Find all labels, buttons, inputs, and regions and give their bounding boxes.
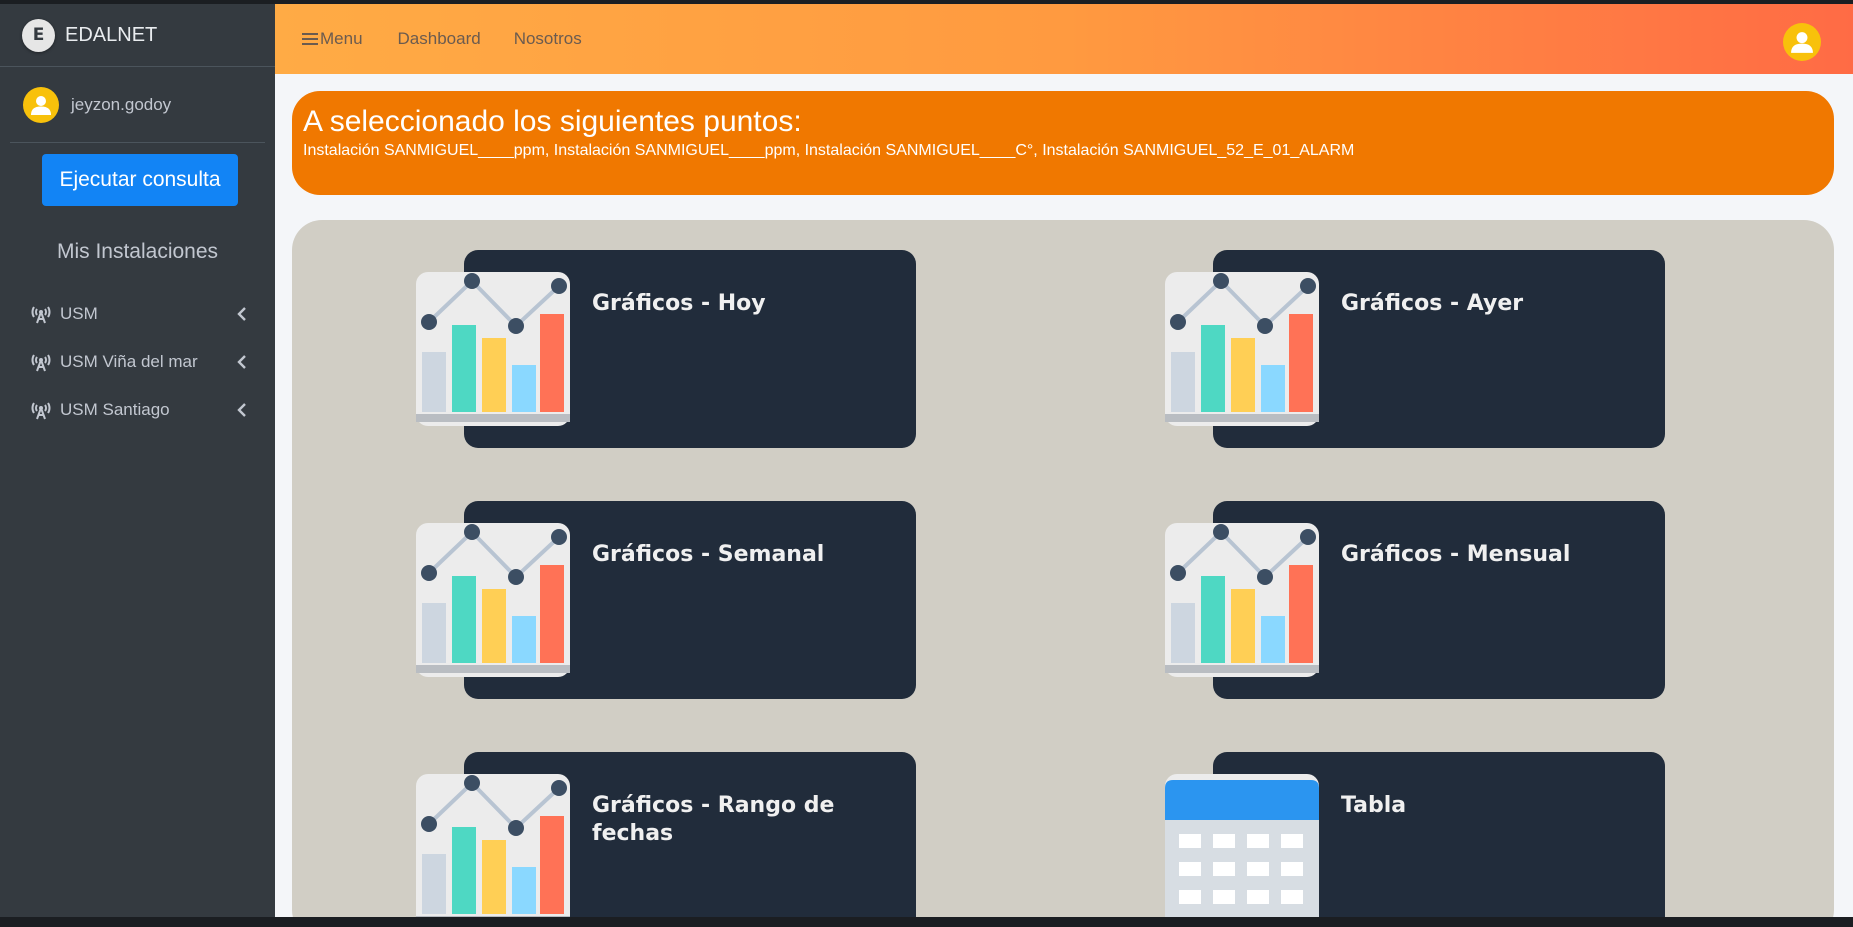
sidebar-item-label: USM Santiago: [60, 400, 170, 419]
card-graficos-ayer[interactable]: Gráficos - Ayer: [1165, 250, 1665, 450]
chevron-left-icon: [237, 403, 246, 417]
user-icon: [31, 95, 51, 115]
menu-label: Menu: [320, 29, 363, 48]
user-menu-button[interactable]: [1783, 23, 1821, 61]
card-title: Gráficos - Rango de fechas: [592, 793, 835, 846]
reports-panel: Gráficos - Hoy Gráficos - Ayer Gráficos …: [292, 220, 1834, 917]
menu-toggle-button[interactable]: Menu: [302, 29, 363, 49]
antenna-icon: [31, 402, 51, 420]
card-graficos-mensual[interactable]: Gráficos - Mensual: [1165, 501, 1665, 701]
bar-chart-icon: [416, 523, 570, 677]
user-panel[interactable]: jeyzon.godoy: [10, 67, 265, 143]
brand-link[interactable]: E EDALNET: [0, 4, 275, 67]
calendar-table-icon: [1165, 774, 1319, 917]
banner-points: Instalación SANMIGUEL____ppm, Instalació…: [303, 142, 1355, 159]
sidebar-item-label: USM Viña del mar: [60, 352, 198, 371]
card-graficos-hoy[interactable]: Gráficos - Hoy: [416, 250, 916, 450]
run-query-button[interactable]: Ejecutar consulta: [42, 154, 238, 206]
hamburger-icon: [302, 33, 318, 45]
brand-name: EDALNET: [65, 23, 158, 46]
bar-chart-icon: [416, 774, 570, 917]
sidebar-item-label: USM: [60, 304, 98, 323]
nav-link-dashboard[interactable]: Dashboard: [398, 29, 481, 49]
card-title: Gráficos - Hoy: [592, 291, 766, 316]
card-graficos-semanal[interactable]: Gráficos - Semanal: [416, 501, 916, 701]
card-title: Gráficos - Ayer: [1341, 291, 1524, 316]
sidebar-item-usm[interactable]: USM: [0, 290, 275, 338]
brand-logo: E: [22, 18, 55, 52]
user-name: jeyzon.godoy: [71, 94, 172, 114]
card-graficos-rango-fechas[interactable]: Gráficos - Rango de fechas: [416, 752, 916, 917]
section-title: Mis Instalaciones: [56, 240, 219, 263]
bar-chart-icon: [1165, 272, 1319, 426]
sidebar-item-usm-santiago[interactable]: USM Santiago: [0, 386, 275, 434]
card-title: Tabla: [1341, 793, 1407, 818]
user-icon: [1791, 32, 1813, 53]
bar-chart-icon: [1165, 523, 1319, 677]
bar-chart-icon: [416, 272, 570, 426]
banner-title: A seleccionado los siguientes puntos:: [303, 105, 802, 138]
installations-list: USM USM Viña del mar USM Santiago: [0, 290, 275, 434]
sidebar: E EDALNET jeyzon.godoy Ejecutar consulta…: [0, 4, 275, 917]
nav-link-nosotros[interactable]: Nosotros: [514, 29, 582, 49]
selected-points-banner: A seleccionado los siguientes puntos: In…: [292, 91, 1834, 195]
antenna-icon: [31, 354, 51, 372]
top-navbar: Menu Dashboard Nosotros: [275, 4, 1853, 74]
antenna-icon: [31, 306, 51, 324]
sidebar-item-usm-vina[interactable]: USM Viña del mar: [0, 338, 275, 386]
chevron-left-icon: [237, 307, 246, 321]
card-title: Gráficos - Mensual: [1341, 542, 1571, 567]
app-window: E EDALNET jeyzon.godoy Ejecutar consulta…: [0, 4, 1853, 917]
avatar: [23, 86, 59, 123]
card-title: Gráficos - Semanal: [592, 542, 825, 567]
card-tabla[interactable]: Tabla: [1165, 752, 1665, 917]
chevron-left-icon: [237, 355, 246, 369]
